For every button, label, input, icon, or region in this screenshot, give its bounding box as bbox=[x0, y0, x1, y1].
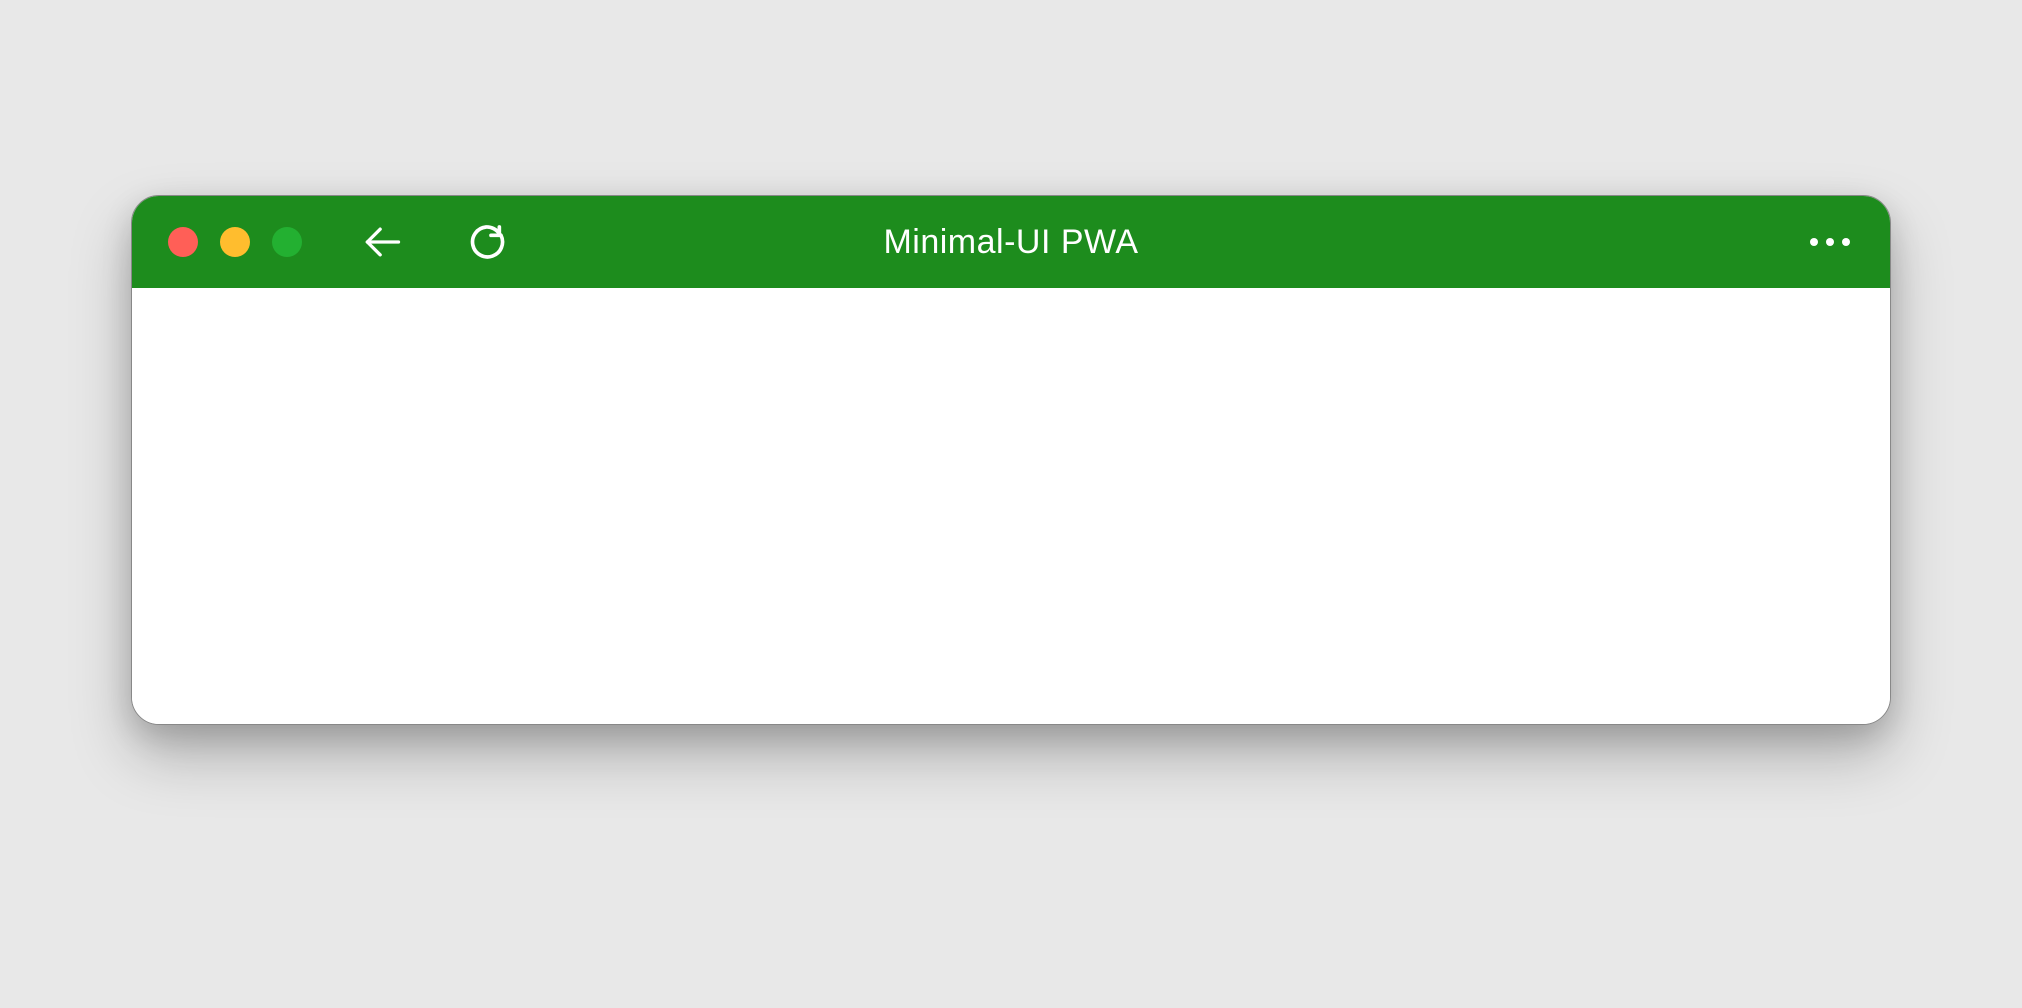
maximize-button[interactable] bbox=[272, 227, 302, 257]
back-button[interactable] bbox=[358, 218, 406, 266]
nav-controls bbox=[358, 218, 510, 266]
window-title: Minimal-UI PWA bbox=[883, 223, 1138, 262]
arrow-left-icon bbox=[360, 220, 404, 264]
close-button[interactable] bbox=[168, 227, 198, 257]
minimize-button[interactable] bbox=[220, 227, 250, 257]
reload-icon bbox=[466, 222, 506, 262]
window-menu bbox=[1806, 218, 1854, 266]
content-area bbox=[132, 288, 1890, 724]
traffic-lights bbox=[168, 227, 302, 257]
titlebar: Minimal-UI PWA bbox=[132, 196, 1890, 288]
reload-button[interactable] bbox=[462, 218, 510, 266]
more-horizontal-icon bbox=[1810, 238, 1850, 246]
app-window: Minimal-UI PWA bbox=[131, 195, 1891, 725]
more-button[interactable] bbox=[1806, 218, 1854, 266]
